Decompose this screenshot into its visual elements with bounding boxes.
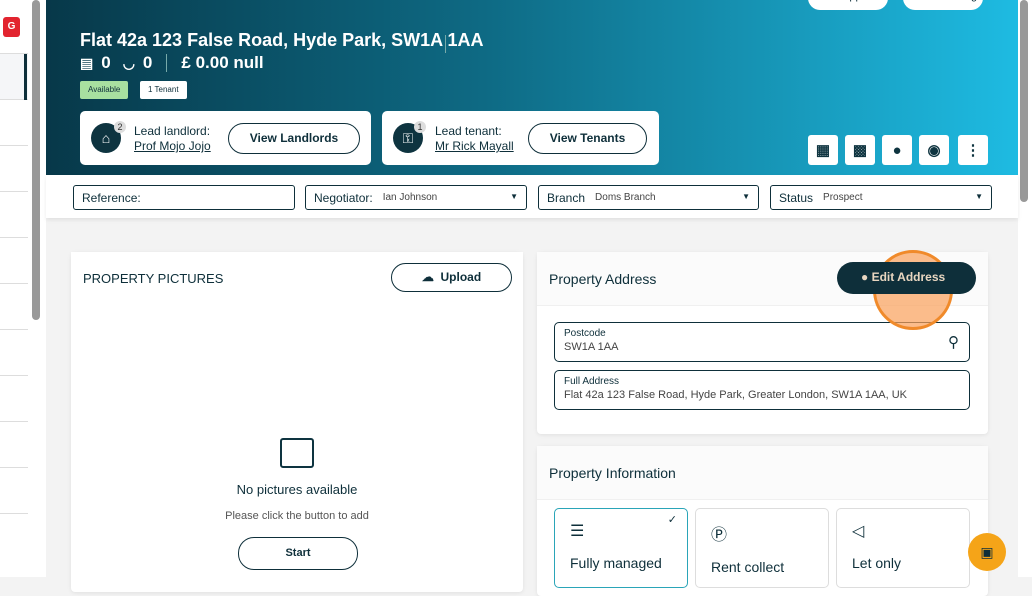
appraisal-pill[interactable]: Appraisal	[808, 0, 888, 10]
clipboard-icon: ☰	[570, 523, 585, 540]
calendar-icon[interactable]: ▦	[808, 135, 838, 165]
sidebar-item[interactable]	[0, 376, 28, 422]
let-only-option[interactable]: ◁ Let only	[836, 508, 970, 588]
status-value: Prospect	[823, 192, 863, 203]
branch-label: Branch	[547, 190, 586, 205]
bedrooms-count: 0	[101, 53, 111, 72]
map-pin-icon: ●	[861, 270, 869, 284]
working-pill[interactable]: Working	[903, 0, 983, 10]
start-button[interactable]: Start	[238, 537, 358, 570]
info-title: Property Information	[537, 446, 988, 500]
divider	[445, 35, 446, 53]
full-address-value: Flat 42a 123 False Road, Hyde Park, Grea…	[564, 389, 908, 401]
caret-down-icon: ▼	[975, 192, 983, 201]
tenant-count: 1	[414, 121, 426, 133]
sidebar-item[interactable]	[0, 192, 28, 238]
available-badge: Available	[80, 81, 129, 99]
save-button[interactable]: ▣	[968, 533, 1006, 571]
option-label: Fully managed	[570, 555, 662, 571]
save-icon: ▣	[980, 543, 994, 560]
option-label: Let only	[852, 555, 902, 571]
megaphone-icon: ◁	[852, 523, 865, 540]
tenant-label: Lead tenant:	[435, 124, 502, 138]
branch-select[interactable]: Branch Doms Branch ▼	[538, 185, 759, 210]
upload-button[interactable]: ☁ Upload	[391, 263, 512, 292]
lead-tenant-card: ⚿ 1 Lead tenant: Mr Rick Mayall View Ten…	[382, 111, 659, 165]
property-information-card: Property Information ☰ ✓ Fully managed Ⓟ Re…	[537, 446, 988, 596]
property-stats: ▤ 0 ◡ 0 £ 0.00 null	[80, 53, 264, 73]
bed-icon: ▤	[80, 54, 94, 71]
caret-down-icon: ▼	[742, 192, 750, 201]
view-tenants-button[interactable]: View Tenants	[528, 123, 647, 154]
sidebar-item[interactable]	[0, 284, 28, 330]
sidebar-item[interactable]	[0, 238, 28, 284]
negotiator-value: Ian Johnson	[382, 192, 438, 203]
sidebar-item[interactable]	[0, 330, 28, 376]
postcode-value: SW1A 1AA	[564, 341, 619, 353]
pound-icon: Ⓟ	[711, 527, 728, 544]
landlord-count: 2	[114, 121, 126, 133]
option-label: Rent collect	[711, 559, 785, 575]
lead-landlord-card: ⌂ 2 Lead landlord: Prof Mojo Jojo View L…	[80, 111, 371, 165]
sidebar-item[interactable]	[0, 146, 28, 192]
price: £ 0.00 null	[181, 53, 264, 72]
landlord-link[interactable]: Prof Mojo Jojo	[134, 139, 211, 153]
sidebar-scrollbar[interactable]	[32, 0, 40, 320]
rent-collect-option[interactable]: Ⓟ Rent collect	[695, 508, 829, 588]
property-pictures-card: PROPERTY PICTURES ☁ Upload No pictures a…	[71, 252, 523, 592]
view-landlords-button[interactable]: View Landlords	[228, 123, 360, 154]
empty-title: No pictures available	[236, 482, 358, 497]
reference-field[interactable]: Reference:	[73, 185, 295, 210]
check-icon: ✓	[667, 514, 677, 526]
edit-address-button[interactable]: ● Edit Address	[837, 262, 976, 294]
upload-label: Upload	[440, 270, 482, 284]
active-indicator	[24, 54, 27, 100]
sidebar-item[interactable]	[0, 468, 28, 514]
landlord-label: Lead landlord:	[134, 124, 211, 138]
status-select[interactable]: Status Prospect ▼	[770, 185, 992, 210]
tenant-count-badge: 1 Tenant	[140, 81, 187, 99]
bath-icon: ◡	[122, 54, 135, 71]
full-address-input[interactable]: Full Address Flat 42a 123 False Road, Hyd…	[554, 370, 970, 410]
empty-subtitle: Please click the button to add	[225, 510, 369, 522]
property-title: Flat 42a 123 False Road, Hyde Park, SW1A…	[80, 30, 484, 50]
caret-down-icon: ▼	[510, 192, 518, 201]
postcode-label: Postcode	[564, 328, 606, 339]
camera-icon[interactable]: ◉	[919, 135, 949, 165]
reference-label: Reference:	[82, 190, 141, 205]
branch-value: Doms Branch	[595, 192, 656, 203]
map-pin-icon[interactable]: ●	[882, 135, 912, 165]
full-address-label: Full Address	[564, 376, 620, 387]
app-logo-badge[interactable]: G	[3, 17, 20, 37]
edit-address-label: Edit Address	[871, 270, 946, 284]
image-icon	[280, 438, 314, 468]
negotiator-select[interactable]: Negotiator: Ian Johnson ▼	[305, 185, 527, 210]
sidebar-item[interactable]	[0, 422, 28, 468]
tenant-link[interactable]: Mr Rick Mayall	[435, 139, 514, 153]
more-vertical-icon[interactable]: ⋮	[958, 135, 988, 165]
money-hand-icon[interactable]: ▩	[845, 135, 875, 165]
property-address-card: Property Address ● Edit Address Postcode…	[537, 252, 988, 434]
page-scrollbar[interactable]	[1020, 0, 1028, 202]
fully-managed-option[interactable]: ☰ ✓ Fully managed	[554, 508, 688, 588]
cloud-upload-icon: ☁	[421, 270, 434, 284]
divider	[166, 54, 168, 72]
sidebar-item[interactable]	[0, 100, 28, 146]
negotiator-label: Negotiator:	[314, 190, 373, 205]
bathrooms-count: 0	[142, 53, 153, 72]
search-icon[interactable]: ⚲	[948, 333, 959, 351]
status-label: Status	[779, 190, 814, 205]
